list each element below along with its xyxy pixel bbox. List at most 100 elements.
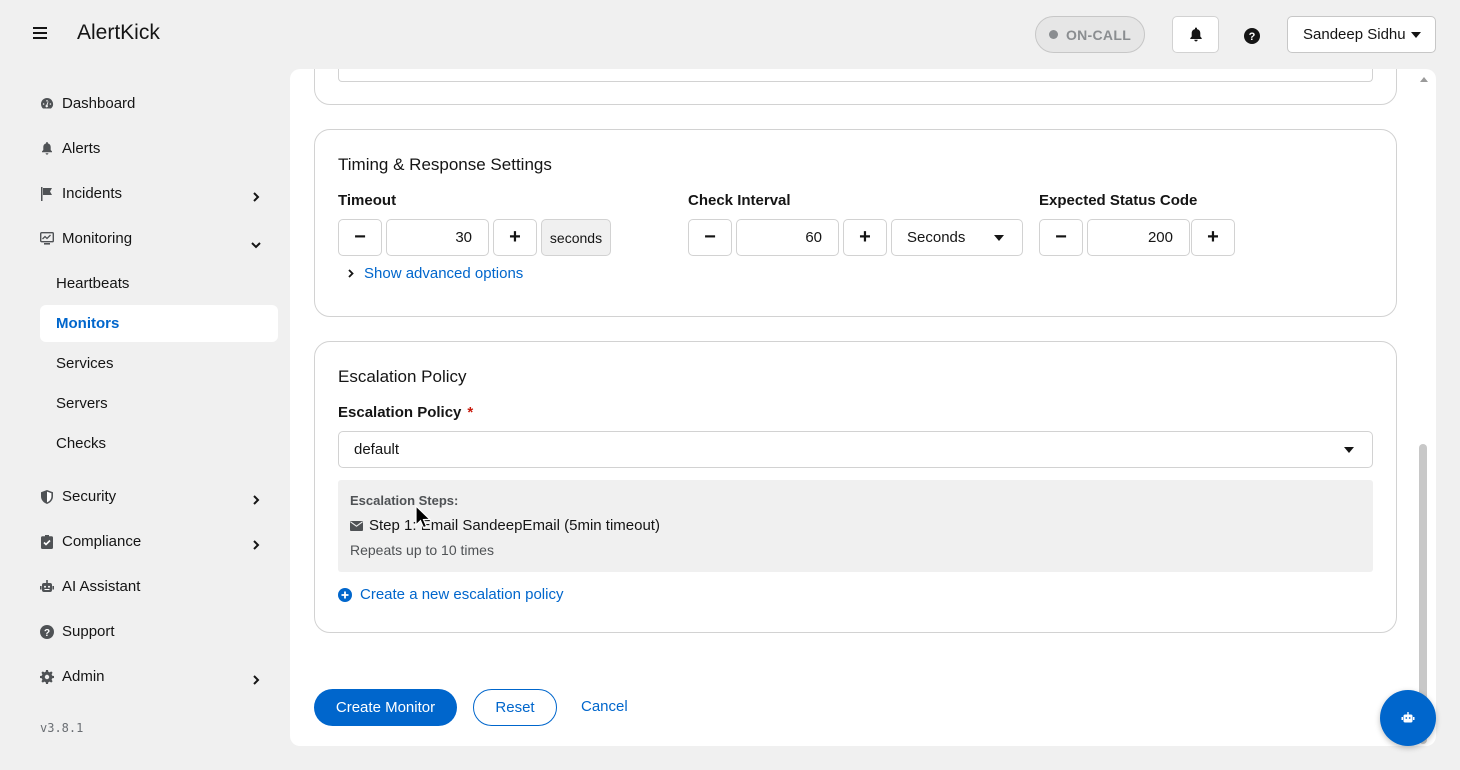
ai-assistant-fab[interactable] — [1380, 690, 1436, 746]
plus-icon: + — [859, 226, 871, 248]
sidebar-item-admin[interactable]: Admin — [40, 658, 278, 695]
sidebar-item-dashboard[interactable]: Dashboard — [40, 85, 278, 122]
sidebar-item-ai-assistant[interactable]: AI Assistant — [40, 568, 278, 605]
minus-icon: − — [1055, 226, 1067, 248]
escalation-steps-title: Escalation Steps: — [350, 493, 459, 508]
minus-icon: − — [704, 226, 716, 248]
top-header: AlertKick ON-CALL ? Sandeep Sidhu — [0, 0, 1460, 69]
timeout-input[interactable] — [386, 219, 489, 256]
sidebar-item-label: Incidents — [62, 185, 123, 202]
sidebar-item-support[interactable]: ? Support — [40, 613, 278, 650]
escalation-section-title: Escalation Policy — [338, 367, 467, 386]
sidebar-item-label: Security — [62, 488, 117, 505]
scroll-up-icon[interactable] — [1420, 77, 1428, 82]
escalation-step: Step 1: Email SandeepEmail (5min timeout… — [350, 517, 660, 534]
timeout-increment-button[interactable]: + — [493, 219, 537, 256]
sidebar-item-compliance[interactable]: Compliance — [40, 523, 278, 560]
user-menu-dropdown[interactable]: Sandeep Sidhu — [1287, 16, 1436, 53]
reset-button[interactable]: Reset — [473, 689, 557, 726]
robot-icon — [1401, 712, 1415, 723]
bell-icon — [1189, 27, 1202, 42]
question-circle-icon: ? — [1244, 28, 1260, 44]
flag-icon — [40, 186, 54, 201]
previous-section-card — [314, 69, 1397, 105]
escalation-selected-value: default — [354, 441, 400, 458]
svg-text:?: ? — [1249, 31, 1256, 43]
escalation-policy-select[interactable]: default — [338, 431, 1373, 468]
hamburger-menu-icon[interactable] — [33, 24, 51, 44]
sidebar-item-label: Admin — [62, 668, 105, 685]
help-button[interactable]: ? — [1240, 24, 1264, 48]
sidebar-subitem-services[interactable]: Services — [40, 345, 278, 382]
interval-unit-select[interactable]: Seconds — [891, 219, 1023, 256]
chevron-right-icon — [253, 672, 260, 689]
timing-settings-card: Timing & Response Settings Timeout − + s… — [314, 129, 1397, 317]
shield-icon — [40, 489, 54, 504]
sidebar-item-label: Support — [62, 623, 115, 640]
app-version: v3.8.1 — [40, 721, 84, 735]
escalation-repeats-text: Repeats up to 10 times — [350, 542, 494, 558]
chevron-right-icon — [253, 189, 260, 206]
sidebar-item-monitoring[interactable]: Monitoring — [40, 220, 278, 257]
chevron-right-icon — [348, 269, 354, 278]
plus-circle-icon — [338, 587, 352, 602]
user-name: Sandeep Sidhu — [1303, 26, 1406, 43]
sidebar-item-security[interactable]: Security — [40, 478, 278, 515]
svg-text:?: ? — [44, 627, 50, 638]
notifications-button[interactable] — [1172, 16, 1219, 53]
plus-icon: + — [1207, 226, 1219, 248]
interval-unit-value: Seconds — [907, 229, 966, 246]
sidebar-subitem-heartbeats[interactable]: Heartbeats — [40, 265, 278, 302]
advanced-options-toggle[interactable]: Show advanced options — [348, 265, 523, 282]
monitor-icon — [40, 232, 54, 246]
status-dot-icon — [1048, 30, 1058, 39]
escalation-field-label: Escalation Policy * — [338, 404, 473, 421]
oncall-toggle[interactable]: ON-CALL — [1035, 16, 1145, 53]
plus-icon: + — [509, 226, 521, 248]
envelope-icon — [350, 520, 363, 531]
sidebar-item-label: Alerts — [62, 140, 101, 157]
advanced-options-link[interactable]: Show advanced options — [364, 265, 523, 282]
interval-increment-button[interactable]: + — [843, 219, 887, 256]
sidebar-item-label: AI Assistant — [62, 578, 141, 595]
bell-icon — [40, 141, 54, 156]
gear-icon — [40, 669, 54, 684]
status-decrement-button[interactable]: − — [1039, 219, 1083, 256]
question-circle-icon: ? — [40, 624, 54, 639]
sidebar-item-alerts[interactable]: Alerts — [40, 130, 278, 167]
mouse-cursor-icon — [415, 505, 431, 529]
interval-decrement-button[interactable]: − — [688, 219, 732, 256]
timeout-decrement-button[interactable]: − — [338, 219, 382, 256]
cancel-button[interactable]: Cancel — [581, 698, 628, 715]
chevron-right-icon — [253, 492, 260, 509]
sidebar-item-label: Monitoring — [62, 230, 133, 247]
robot-icon — [40, 580, 54, 594]
create-monitor-button[interactable]: Create Monitor — [314, 689, 457, 726]
chevron-right-icon — [253, 537, 260, 554]
minus-icon: − — [354, 226, 366, 248]
brand-name: AlertKick — [77, 21, 160, 44]
previous-field-input[interactable] — [338, 69, 1373, 82]
sidebar-nav: Dashboard Alerts Incidents Monitoring He… — [0, 69, 290, 770]
caret-down-icon — [1344, 447, 1354, 453]
clipboard-check-icon — [40, 534, 54, 549]
main-scrollbar[interactable] — [1418, 69, 1428, 746]
sidebar-subitem-checks[interactable]: Checks — [40, 425, 278, 462]
create-policy-link[interactable]: Create a new escalation policy — [338, 586, 563, 603]
status-increment-button[interactable]: + — [1191, 219, 1235, 256]
main-content: Timing & Response Settings Timeout − + s… — [290, 69, 1436, 746]
status-code-label: Expected Status Code — [1039, 192, 1198, 209]
sidebar-item-label: Dashboard — [62, 95, 136, 112]
caret-down-icon — [1411, 32, 1421, 38]
create-policy-label[interactable]: Create a new escalation policy — [360, 586, 563, 603]
timeout-label: Timeout — [338, 192, 397, 209]
interval-input[interactable] — [736, 219, 839, 256]
status-code-input[interactable] — [1087, 219, 1190, 256]
sidebar-subitem-servers[interactable]: Servers — [40, 385, 278, 422]
sidebar-item-incidents[interactable]: Incidents — [40, 175, 278, 212]
caret-down-icon — [994, 235, 1004, 241]
sidebar-subitem-monitors[interactable]: Monitors — [40, 305, 278, 342]
oncall-label: ON-CALL — [1065, 26, 1132, 43]
required-mark: * — [467, 404, 474, 421]
check-interval-label: Check Interval — [688, 192, 791, 209]
